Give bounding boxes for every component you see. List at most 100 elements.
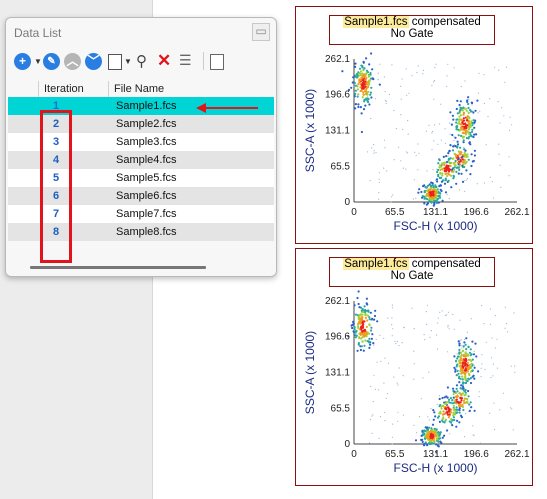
column-header-iteration[interactable]: Iteration — [44, 83, 84, 95]
scatter-point — [452, 404, 455, 407]
scatter-point — [427, 426, 431, 429]
scatter-point — [428, 371, 430, 373]
scatter-point — [420, 190, 423, 194]
column-divider[interactable] — [38, 81, 39, 97]
panel-restore-button[interactable]: ▭ — [252, 23, 270, 41]
scatter-point — [361, 321, 364, 324]
scatter-point — [491, 181, 493, 183]
scatter-point — [446, 401, 449, 404]
scatter-point — [365, 76, 368, 79]
scatter-point — [457, 158, 460, 161]
scatter-point — [366, 151, 369, 153]
scatter-point — [430, 408, 432, 410]
add-dropdown-icon[interactable]: ▼ — [34, 57, 42, 66]
scatter-point — [413, 350, 415, 352]
scatter-point — [432, 130, 434, 133]
scatter-point — [430, 181, 433, 184]
scatter-point — [431, 84, 433, 86]
scatter-point — [453, 168, 456, 171]
scatter-point — [465, 169, 468, 172]
scatter-point — [383, 337, 385, 339]
scatter-point — [468, 366, 471, 369]
scatter-point — [456, 408, 459, 411]
scatter-point — [403, 327, 405, 329]
scatter-point — [402, 128, 404, 130]
scatter-point — [379, 334, 381, 336]
scatter-point — [450, 161, 453, 165]
down-arrow-icon[interactable]: ﹀ — [85, 53, 102, 70]
scatter-point — [444, 161, 447, 164]
scatter-point — [433, 429, 437, 432]
scatter-point — [360, 325, 363, 328]
add-icon[interactable]: + — [14, 53, 31, 70]
scatter-point — [423, 334, 425, 336]
scatter-point — [463, 341, 466, 344]
scatter-point — [369, 343, 372, 346]
scatter-point — [473, 377, 476, 380]
scatter-point — [362, 83, 366, 86]
scatter-point — [444, 418, 447, 421]
scatter-point — [361, 76, 364, 79]
scatter-point — [422, 377, 424, 379]
scatter-plot-1[interactable]: Sample1.fcs compensated No Gate 0 65.5 131… — [295, 6, 533, 244]
scatter-plot-2[interactable]: Sample1.fcs compensated No Gate 0 65.5 131… — [295, 248, 533, 486]
scatter-point — [391, 64, 393, 66]
search-icon[interactable]: ⚲ — [136, 52, 147, 70]
scatter-point — [473, 126, 476, 129]
scatter-point — [460, 134, 463, 137]
scatter-point — [456, 395, 459, 398]
scatter-point — [417, 143, 419, 145]
scatter-point — [466, 364, 469, 367]
scatter-point — [421, 196, 424, 199]
scatter-point — [477, 92, 480, 94]
column-header-file-name[interactable]: File Name — [114, 83, 164, 95]
scatter-point — [365, 325, 368, 328]
scatter-point — [425, 194, 428, 197]
scatter-point — [469, 370, 472, 373]
scatter-point — [371, 415, 373, 417]
scatter-point — [479, 110, 481, 112]
column-divider[interactable] — [108, 81, 109, 97]
scatter-point — [426, 304, 428, 306]
copy-dropdown-icon[interactable]: ▼ — [124, 57, 132, 66]
scatter-point — [423, 189, 426, 193]
scatter-point — [466, 155, 469, 158]
scatter-point — [464, 338, 466, 341]
horizontal-scrollbar[interactable] — [30, 266, 206, 269]
scatter-point — [365, 92, 368, 95]
scatter-point — [451, 133, 454, 137]
scatter-point — [426, 444, 429, 447]
scatter-point — [437, 175, 440, 178]
scatter-point — [435, 443, 438, 446]
scatter-point — [451, 114, 454, 117]
scatter-point — [431, 196, 434, 199]
scatter-point — [462, 345, 465, 348]
scatter-point — [420, 434, 423, 437]
scatter-point — [456, 369, 459, 372]
scatter-point — [393, 376, 395, 378]
scatter-point — [473, 365, 475, 367]
scatter-point — [460, 118, 463, 121]
scatter-point — [351, 326, 354, 330]
scatter-plot-svg: 0 65.5 131.1 196.6 262.1 0 65.5 131.1 196.6 262.1… — [303, 290, 530, 475]
scatter-point — [478, 391, 480, 393]
scatter-point — [391, 436, 393, 438]
copy-icon[interactable] — [108, 54, 122, 70]
scatter-point — [440, 139, 442, 141]
up-arrow-icon[interactable]: ︿ — [64, 53, 81, 70]
x-axis-label: FSC-H (x 1000) — [393, 461, 477, 475]
scatter-point — [459, 370, 462, 373]
sort-icon[interactable]: ☰ — [179, 52, 192, 69]
scatter-point — [501, 107, 503, 109]
file-name-cell: Sample1.fcs — [116, 100, 177, 112]
wrench-icon[interactable]: ✎ — [43, 53, 60, 70]
scatter-point — [436, 437, 439, 440]
scatter-point — [447, 179, 450, 182]
scatter-point — [464, 343, 467, 346]
delete-icon[interactable]: ✕ — [157, 51, 171, 71]
scatter-point — [391, 196, 393, 198]
scatter-point — [442, 410, 445, 413]
report-icon[interactable] — [210, 54, 224, 70]
scatter-point — [458, 103, 461, 107]
scatter-point — [435, 199, 438, 202]
